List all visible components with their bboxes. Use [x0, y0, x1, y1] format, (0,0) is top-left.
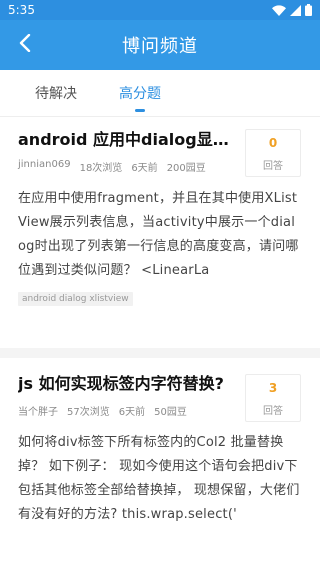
active-tab-indicator: [135, 108, 145, 112]
question-time: 6天前: [118, 407, 146, 418]
question-bounty: 200园豆: [166, 163, 206, 174]
question-views: 57次浏览: [67, 407, 110, 418]
tab-bar: 待解决 高分题: [0, 70, 320, 117]
question-body: 在应用中使用fragment，并且在其中使用XListView展示列表信息，当a…: [18, 191, 299, 278]
app-header: 博问频道: [0, 20, 320, 70]
back-button[interactable]: [8, 20, 42, 70]
answer-count: 0: [268, 135, 278, 150]
status-time: 5:35: [8, 3, 35, 17]
question-title[interactable]: android 应用中dialog显示时问题: [18, 129, 236, 151]
answer-count: 3: [268, 380, 278, 395]
chevron-left-icon: [19, 33, 31, 56]
answer-count-box: 0 回答: [245, 129, 301, 177]
question-list: android 应用中dialog显示时问题 jinnian069 18次浏览 …: [0, 117, 320, 568]
status-icons: [272, 4, 312, 16]
question-body: 如何将div标签下所有标签内的Col2 批量替换掉？ 如下例子： 现如今使用这个…: [18, 435, 300, 522]
list-divider: [0, 348, 320, 358]
question-views: 18次浏览: [79, 163, 123, 174]
question-time: 6天前: [131, 163, 158, 174]
question-tags[interactable]: android dialog xlistview: [18, 292, 133, 306]
tab-high-score[interactable]: 高分题: [119, 70, 161, 117]
tab-unsolved[interactable]: 待解决: [35, 70, 77, 117]
page-title: 博问频道: [122, 36, 198, 57]
answer-label: 回答: [263, 160, 283, 172]
status-bar: 5:35: [0, 0, 320, 20]
question-title[interactable]: js 如何实现标签内字符替换?: [18, 373, 236, 395]
question-author: jinnian069: [18, 159, 71, 170]
tab-label: 高分题: [119, 86, 161, 102]
question-item[interactable]: js 如何实现标签内字符替换? 当个胖子 57次浏览 6天前 50园豆 3 回答…: [0, 358, 320, 527]
wifi-icon: [272, 4, 286, 16]
answer-count-box: 3 回答: [245, 374, 301, 422]
battery-icon: [305, 4, 312, 16]
signal-icon: [290, 4, 301, 16]
tab-label: 待解决: [35, 86, 77, 102]
question-item[interactable]: android 应用中dialog显示时问题 jinnian069 18次浏览 …: [0, 117, 320, 348]
answer-label: 回答: [263, 405, 283, 417]
question-author: 当个胖子: [18, 407, 58, 418]
question-bounty: 50园豆: [154, 407, 187, 418]
